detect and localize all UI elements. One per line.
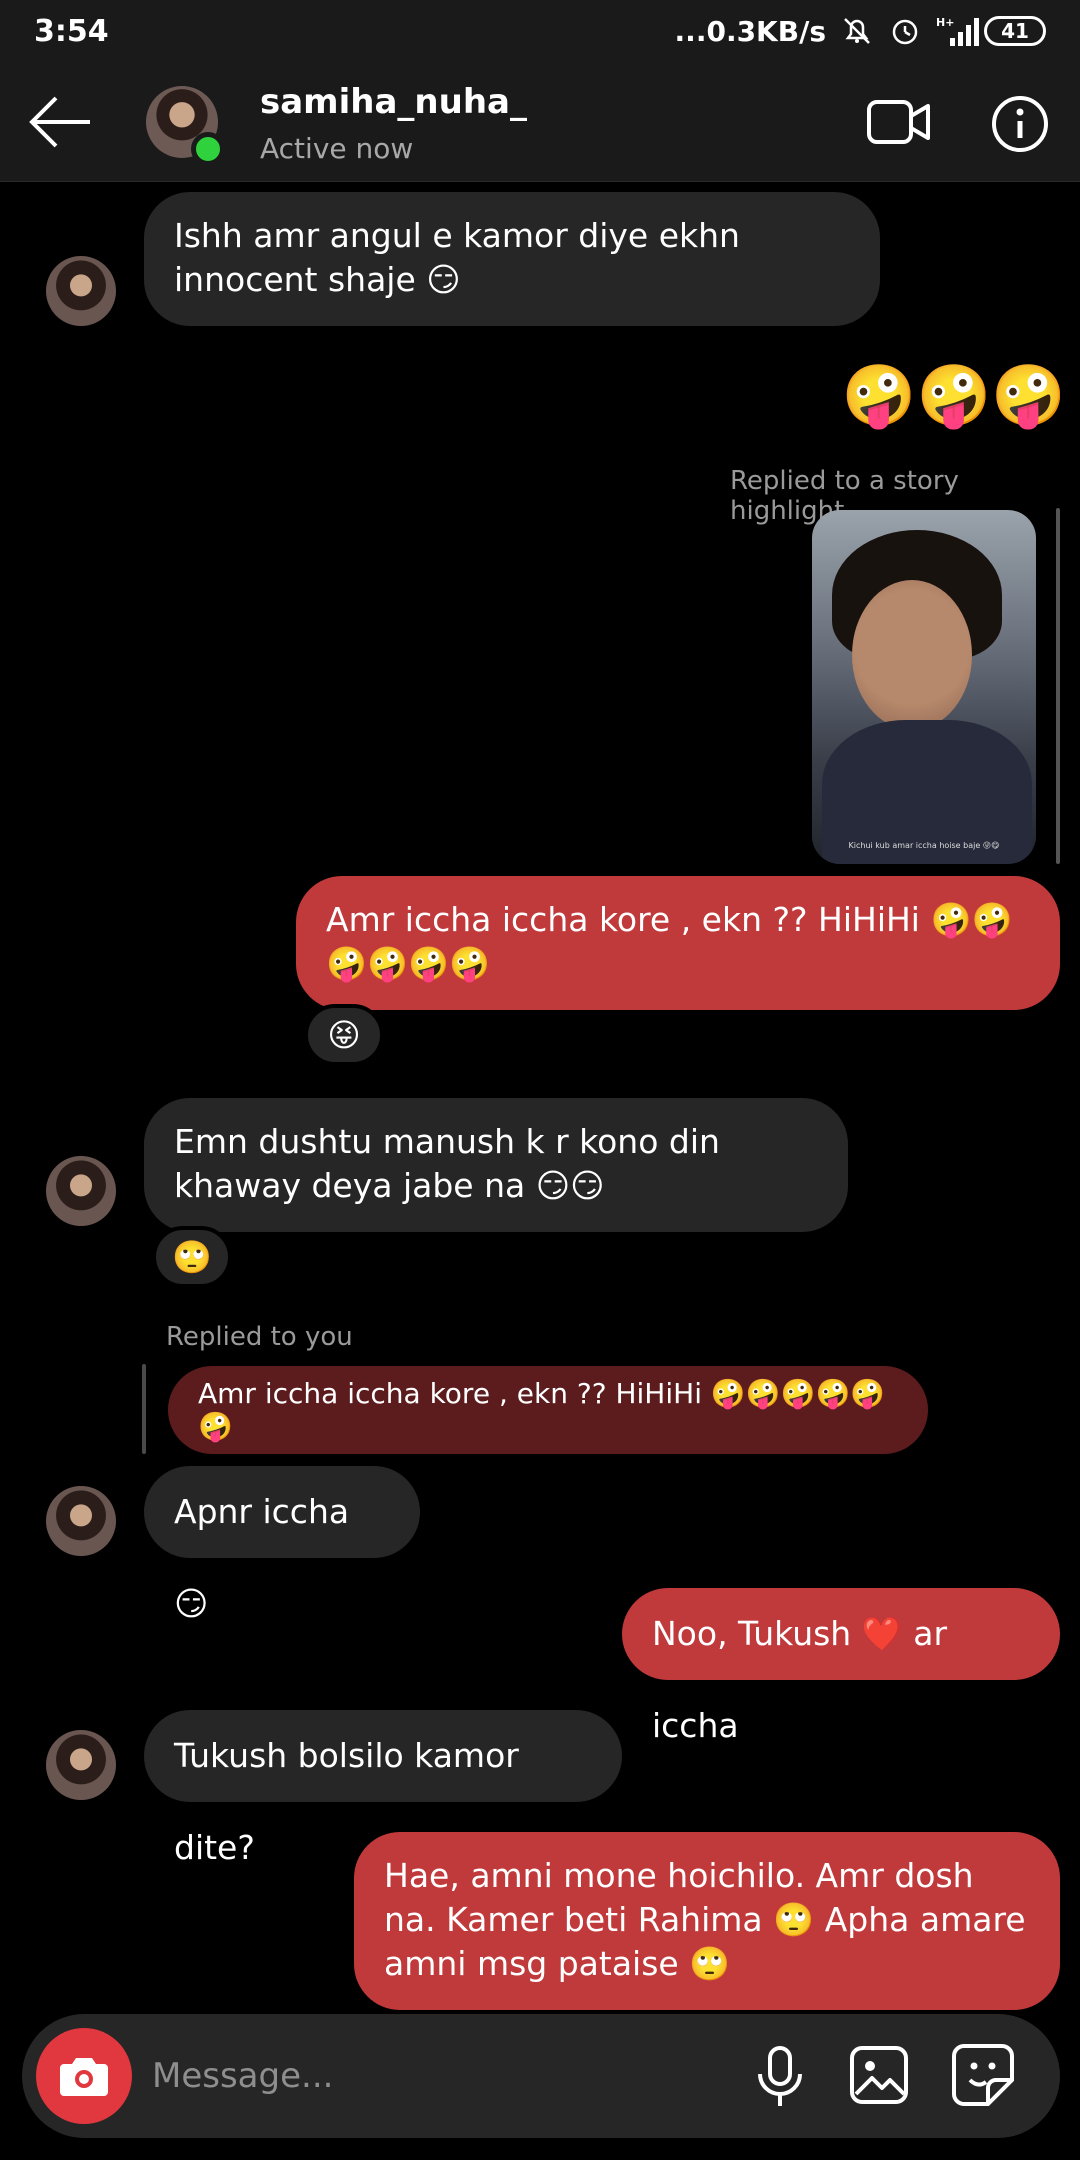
video-call-icon[interactable] bbox=[866, 94, 932, 150]
gallery-icon[interactable] bbox=[848, 2044, 910, 2106]
info-icon[interactable] bbox=[990, 94, 1050, 154]
camera-icon[interactable] bbox=[36, 2028, 132, 2124]
outgoing-message[interactable]: Hae, amni mone hoichilo. Amr dosh na. Ka… bbox=[354, 1832, 1060, 2010]
outgoing-message[interactable]: Amr iccha iccha kore , ekn ?? HiHiHi 🤪🤪🤪… bbox=[296, 876, 1060, 1010]
contact-activity-status: Active now bbox=[260, 132, 414, 165]
message-reaction[interactable]: 😝 bbox=[304, 1004, 384, 1066]
network-speed: ...0.3KB/s bbox=[674, 14, 826, 48]
chat-header: samiha_nuha_ Active now bbox=[0, 62, 1080, 182]
story-caption: Kichui kub amar iccha hoise baje 😜😋 bbox=[848, 841, 1000, 850]
story-highlight-thumbnail[interactable]: Kichui kub amar iccha hoise baje 😜😋 bbox=[812, 510, 1036, 864]
battery-icon: 41 bbox=[984, 16, 1046, 46]
incoming-message[interactable]: Ishh amr angul e kamor diye ekhn innocen… bbox=[144, 192, 880, 326]
mute-bell-icon bbox=[840, 14, 874, 48]
svg-text:H+: H+ bbox=[936, 16, 954, 29]
microphone-icon[interactable] bbox=[750, 2044, 810, 2110]
status-bar: 3:54 ...0.3KB/s H+ 41 bbox=[0, 0, 1080, 62]
sender-avatar[interactable] bbox=[46, 1486, 116, 1556]
incoming-message[interactable]: Apnr iccha 😏 bbox=[144, 1466, 420, 1623]
message-composer bbox=[22, 2014, 1060, 2138]
incoming-message[interactable]: Emn dushtu manush k r kono din khaway de… bbox=[144, 1098, 848, 1232]
message-input[interactable] bbox=[152, 2044, 712, 2108]
contact-username[interactable]: samiha_nuha_ bbox=[260, 82, 527, 122]
quote-bar bbox=[142, 1364, 146, 1454]
alarm-icon bbox=[888, 14, 922, 48]
sticker-icon[interactable] bbox=[950, 2042, 1016, 2108]
incoming-message[interactable]: Tukush bolsilo kamor dite? bbox=[144, 1710, 622, 1867]
reaction-emoji: 🙄 bbox=[172, 1238, 212, 1276]
quoted-message[interactable]: Amr iccha iccha kore , ekn ?? HiHiHi 🤪🤪🤪… bbox=[168, 1366, 928, 1454]
sender-avatar[interactable] bbox=[46, 1730, 116, 1800]
sender-avatar[interactable] bbox=[46, 1156, 116, 1226]
sender-avatar[interactable] bbox=[46, 256, 116, 326]
status-time: 3:54 bbox=[34, 13, 109, 49]
online-status-dot bbox=[191, 132, 225, 166]
outgoing-emoji-message[interactable]: 🤪🤪🤪 bbox=[816, 356, 1066, 436]
reply-label: Replied to you bbox=[166, 1322, 353, 1352]
scrollbar[interactable] bbox=[1056, 508, 1060, 864]
message-reaction[interactable]: 🙄 bbox=[152, 1226, 232, 1288]
reaction-emoji: 😝 bbox=[327, 1016, 361, 1054]
outgoing-message[interactable]: Noo, Tukush ❤️ ar iccha bbox=[622, 1588, 1060, 1745]
status-indicators: ...0.3KB/s H+ 41 bbox=[675, 14, 1046, 48]
back-arrow-icon[interactable] bbox=[28, 92, 94, 152]
signal-icon: H+ bbox=[936, 14, 979, 48]
